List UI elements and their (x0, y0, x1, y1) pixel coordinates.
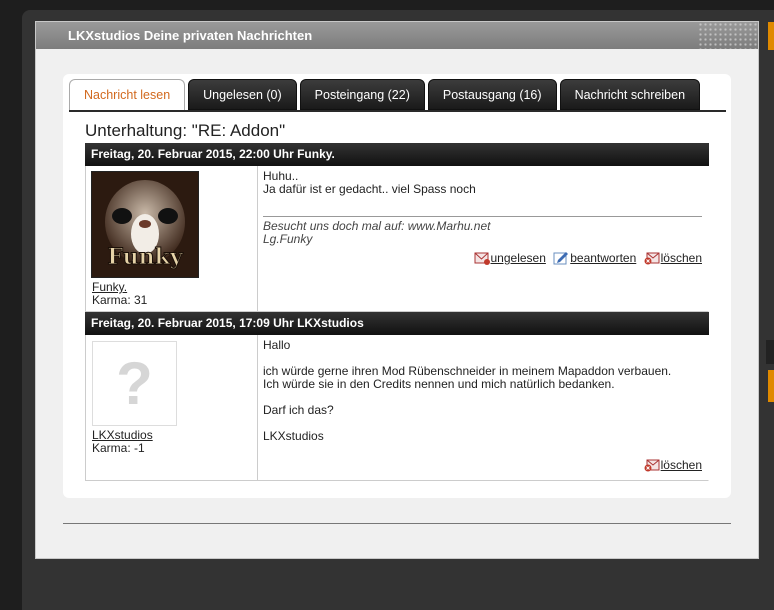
message-line: Ich würde sie in den Credits nennen und … (263, 377, 615, 391)
signature-divider (263, 216, 702, 217)
message-panel: Nachricht lesen Ungelesen (0) Posteingan… (63, 74, 731, 498)
message-actions: löschen (644, 458, 702, 475)
avatar[interactable]: Funky (91, 171, 199, 278)
message-text: Hallo ich würde gerne ihren Mod Rübensch… (263, 339, 702, 443)
message-header: Freitag, 20. Februar 2015, 22:00 Uhr Fun… (85, 143, 709, 166)
delete-icon[interactable] (644, 458, 660, 475)
avatar-name-label: Funky (107, 244, 183, 270)
tab-inbox[interactable]: Posteingang (22) (299, 79, 425, 110)
window-title: LKXstudios Deine privaten Nachrichten (68, 28, 313, 43)
message: Freitag, 20. Februar 2015, 17:09 Uhr LKX… (85, 312, 709, 481)
message-header: Freitag, 20. Februar 2015, 17:09 Uhr LKX… (85, 312, 709, 335)
tab-read-message[interactable]: Nachricht lesen (69, 79, 186, 112)
window-title-bar: LKXstudios Deine privaten Nachrichten (36, 22, 758, 49)
tab-underline (69, 110, 726, 112)
delete-icon[interactable] (644, 251, 660, 268)
messages-window: LKXstudios Deine privaten Nachrichten Na… (35, 21, 759, 559)
reply-icon[interactable] (553, 250, 569, 268)
mark-unread-link[interactable]: ungelesen (491, 251, 546, 265)
avatar-placeholder[interactable]: ? (92, 341, 177, 426)
message-line: Hallo (263, 338, 291, 352)
author-karma: Karma: 31 (92, 293, 148, 307)
delete-link[interactable]: löschen (661, 458, 702, 472)
conversation-title: Unterhaltung: "RE: Addon" (85, 121, 286, 140)
reply-link[interactable]: beantworten (570, 251, 636, 265)
side-strip (766, 340, 774, 364)
bottom-divider (63, 523, 731, 524)
message: Freitag, 20. Februar 2015, 22:00 Uhr Fun… (85, 143, 709, 312)
signature-line: Besucht uns doch mal auf: www.Marhu.net (263, 219, 491, 233)
message-body: ? LKXstudios Karma: -1 Hallo ich würde g… (85, 335, 709, 481)
message-line: LKXstudios (263, 429, 324, 443)
message-line: Ja dafür ist er gedacht.. viel Spass noc… (263, 182, 476, 196)
title-decoration (698, 22, 758, 49)
message-line: Darf ich das? (263, 403, 334, 417)
tab-write-message[interactable]: Nachricht schreiben (559, 79, 701, 110)
side-accent (768, 370, 774, 402)
author-column: ? LKXstudios Karma: -1 (86, 335, 258, 480)
message-actions: ungelesen beantworten löschen (474, 250, 702, 268)
author-link[interactable]: LKXstudios (92, 428, 153, 442)
message-body: Funky Funky. Karma: 31 Huhu.. Ja dafür i… (85, 166, 709, 312)
tab-unread[interactable]: Ungelesen (0) (188, 79, 297, 110)
author-link[interactable]: Funky. (92, 280, 127, 294)
tab-outbox[interactable]: Postausgang (16) (427, 79, 557, 110)
author-column: Funky Funky. Karma: 31 (86, 166, 258, 311)
side-accent (768, 22, 774, 50)
signature-line: Lg.Funky (263, 232, 313, 246)
tab-bar: Nachricht lesen Ungelesen (0) Posteingan… (69, 79, 726, 112)
author-karma: Karma: -1 (92, 441, 145, 455)
message-text: Huhu.. Ja dafür ist er gedacht.. viel Sp… (263, 170, 702, 246)
mark-unread-icon[interactable] (474, 251, 490, 268)
delete-link[interactable]: löschen (661, 251, 702, 265)
